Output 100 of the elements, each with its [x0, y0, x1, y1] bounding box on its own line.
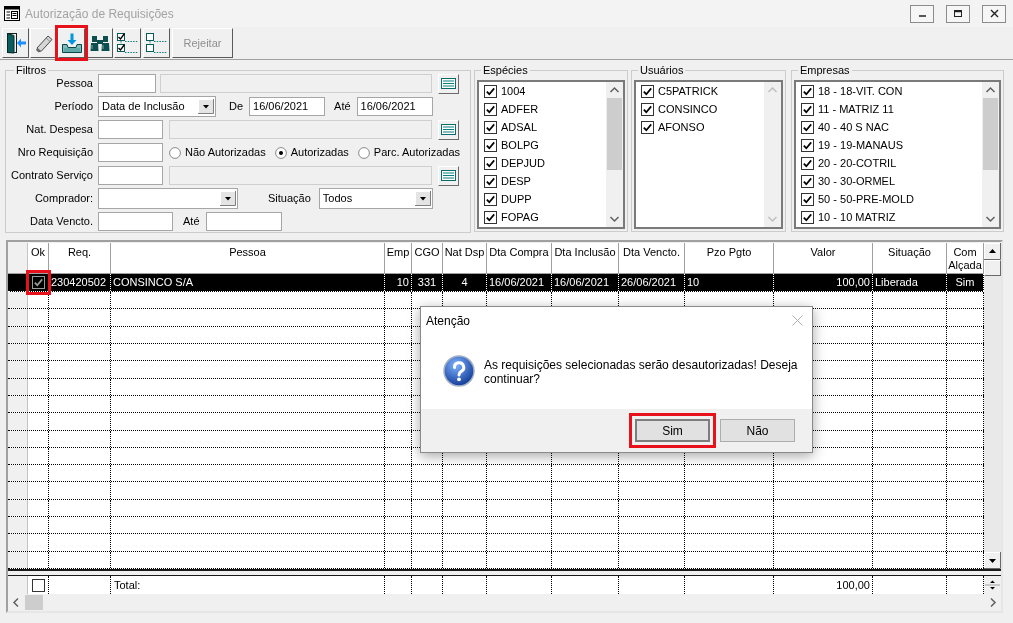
list-item[interactable]: 18 - 18-VIT. CON: [796, 82, 982, 100]
list-item[interactable]: 30 - 30-ORMEL: [796, 172, 982, 190]
column-header: Dta Compra: [487, 243, 552, 273]
period-dropdown[interactable]: Data de Inclusão: [98, 96, 216, 117]
list-item[interactable]: 19 - 19-MANAUS: [796, 136, 982, 154]
list-item[interactable]: CONSINCO: [636, 100, 764, 118]
field-label: Nro Requisição: [17, 145, 93, 161]
scroll-thumb[interactable]: [25, 595, 43, 610]
dialog-title: Atenção: [426, 312, 471, 330]
field-label: Nat. Despesa: [26, 122, 93, 138]
code-field[interactable]: [98, 166, 163, 185]
checkbox[interactable]: [484, 210, 497, 224]
list-item[interactable]: 11 - MATRIZ 11: [796, 100, 982, 118]
date-field[interactable]: 16/06/2021: [249, 97, 326, 116]
checked-list-icon: [116, 32, 139, 54]
list-item[interactable]: BOLPG: [479, 136, 606, 154]
minimize-button[interactable]: [910, 4, 934, 23]
toolbar-button[interactable]: [143, 28, 170, 58]
dropdown-arrow-icon[interactable]: [198, 99, 214, 114]
list-item[interactable]: 20 - 20-COTRIL: [796, 154, 982, 172]
scroll-up-arrow-icon[interactable]: [984, 243, 1001, 260]
checkbox[interactable]: [801, 156, 814, 170]
close-button[interactable]: [982, 4, 1006, 23]
radio-button[interactable]: [274, 146, 287, 159]
status-dropdown[interactable]: Todos: [318, 188, 433, 209]
column-header: Pessoa: [111, 243, 385, 273]
toolbar-button[interactable]: [114, 28, 141, 58]
list-item[interactable]: DUPP: [479, 190, 606, 208]
checkbox[interactable]: [801, 192, 814, 206]
lookup-button[interactable]: [438, 165, 459, 186]
checkbox[interactable]: [641, 84, 654, 98]
list-item[interactable]: DEPJUD: [479, 154, 606, 172]
column-header: Nat Dsp: [443, 243, 487, 273]
scroll-down-arrow-icon[interactable]: [984, 552, 1001, 569]
date-field[interactable]: 16/06/2021: [356, 97, 433, 116]
list-item[interactable]: C5PATRICK: [636, 82, 764, 100]
checkbox[interactable]: [641, 120, 654, 134]
dropdown-arrow-icon[interactable]: [414, 191, 431, 206]
list-item[interactable]: 10 - 10 MATRIZ: [796, 208, 982, 226]
code-field[interactable]: [98, 120, 163, 139]
list-item[interactable]: DESP: [479, 172, 606, 190]
table-cell: 10: [685, 274, 774, 291]
toolbar-button[interactable]: [30, 28, 57, 58]
checkbox[interactable]: [801, 210, 814, 224]
radio-button[interactable]: [169, 146, 181, 159]
checkbox[interactable]: [484, 192, 497, 206]
list-item[interactable]: 50 - 50-PRE-MOLD: [796, 190, 982, 208]
lookup-button[interactable]: [438, 73, 459, 94]
checkbox[interactable]: [801, 102, 814, 116]
scrollbar[interactable]: [982, 82, 999, 227]
list-item[interactable]: FOPAG: [479, 208, 606, 226]
door-arrow-icon: [4, 32, 27, 54]
unchecked-list-icon: [145, 32, 168, 54]
checkbox[interactable]: [484, 84, 497, 98]
lookup-button[interactable]: [438, 119, 459, 140]
list-item[interactable]: 1004: [479, 82, 606, 100]
list-item[interactable]: ADSAL: [479, 118, 606, 136]
checkbox[interactable]: [484, 102, 497, 116]
column-header: Dta Vencto.: [619, 243, 685, 273]
scroll-thumb[interactable]: [983, 98, 998, 170]
code-field[interactable]: [98, 74, 156, 93]
group-title: Filtros: [15, 64, 47, 77]
table-cell: 100,00: [774, 274, 873, 291]
checkbox[interactable]: [801, 120, 814, 134]
checkbox[interactable]: [484, 138, 497, 152]
list-item[interactable]: AFONSO: [636, 118, 764, 136]
field-label: Situação: [268, 191, 311, 207]
dialog-message: As requisições selecionadas serão desautorizadas! Deseja continuar?: [484, 358, 799, 386]
restore-button[interactable]: [946, 4, 970, 23]
table-cell: CONSINCO S/A: [111, 274, 385, 291]
checkbox[interactable]: [484, 156, 497, 170]
checkbox[interactable]: [31, 578, 45, 592]
checkbox[interactable]: [484, 174, 497, 188]
scrollbar[interactable]: [606, 82, 623, 227]
dialog-button[interactable]: Sim: [635, 419, 710, 442]
toolbar-button[interactable]: [2, 28, 29, 58]
checkbox[interactable]: [801, 138, 814, 152]
checkbox[interactable]: [31, 276, 45, 289]
list-icon: [441, 78, 456, 89]
scroll-thumb[interactable]: [607, 98, 622, 170]
requisition-field[interactable]: [98, 143, 163, 162]
checkbox[interactable]: [801, 174, 814, 188]
list-item[interactable]: ADFER: [479, 100, 606, 118]
checkbox[interactable]: [801, 84, 814, 98]
date-field[interactable]: [98, 212, 173, 231]
spin-button[interactable]: [984, 576, 1001, 594]
scroll-thumb[interactable]: [984, 260, 1001, 276]
dialog-button[interactable]: Não: [720, 419, 795, 442]
date-field[interactable]: [205, 212, 282, 231]
toolbar-button[interactable]: [86, 28, 113, 58]
dropdown-arrow-icon[interactable]: [220, 191, 236, 206]
table-cell: 10: [385, 274, 412, 291]
field-label: Até: [334, 99, 351, 115]
checkbox[interactable]: [484, 120, 497, 134]
radio-button[interactable]: [357, 146, 370, 159]
vertical-scrollbar[interactable]: [984, 243, 1001, 569]
checkbox[interactable]: [641, 102, 654, 116]
question-icon: [443, 355, 475, 387]
list-item[interactable]: 40 - 40 S NAC: [796, 118, 982, 136]
group-title: Espécies: [482, 64, 529, 77]
